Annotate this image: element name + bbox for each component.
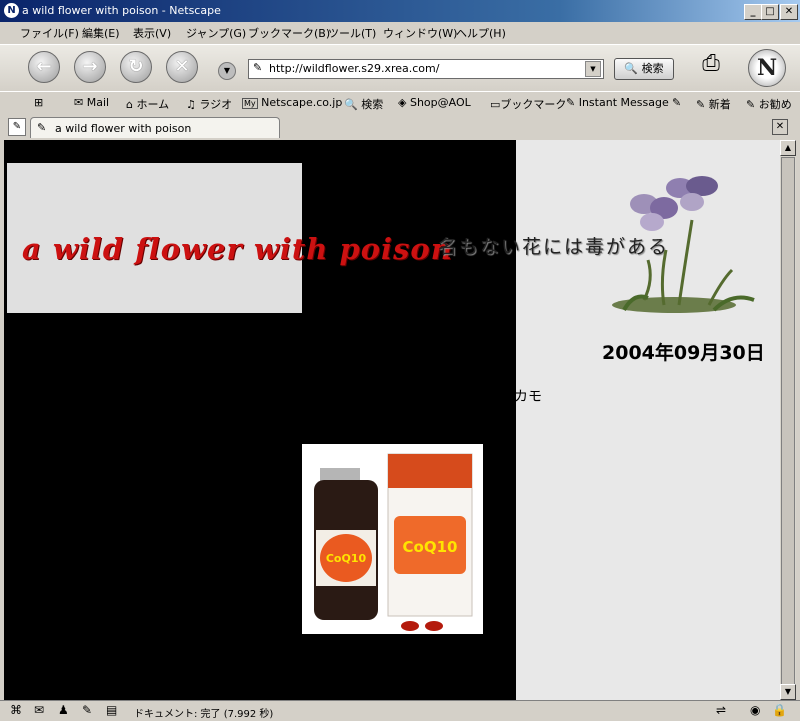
print-icon[interactable]: ⎙ bbox=[696, 51, 726, 79]
chevron-down-icon: ▼ bbox=[223, 66, 231, 75]
scroll-thumb[interactable] bbox=[781, 157, 795, 697]
headphones-icon: ♫ bbox=[186, 98, 196, 111]
arrow-up-icon: ▲ bbox=[784, 143, 792, 152]
stop-icon: ✕ bbox=[174, 56, 190, 77]
netscape-icon: N bbox=[4, 3, 19, 18]
menu-go[interactable]: ジャンプ(G) bbox=[186, 25, 246, 41]
toolbar-netscape[interactable]: My Netscape.co.jp bbox=[242, 96, 342, 109]
body-text-fragment: カモ bbox=[514, 389, 542, 405]
search-button[interactable]: 🔍 検索 bbox=[614, 58, 674, 80]
status-bar: ⌘ ✉ ♟ ✎ ▤ ドキュメント: 完了 (7.992 秒) ⇌ ◉ 🔒 bbox=[0, 700, 800, 721]
toolbar-shop[interactable]: ◈ Shop@AOL bbox=[398, 96, 471, 109]
menu-file[interactable]: ファイル(F) bbox=[20, 25, 79, 41]
violet-flower-image bbox=[612, 176, 755, 313]
toolbar-bookmarks[interactable]: ▭ブックマーク bbox=[490, 96, 566, 112]
arrow-down-icon: ▼ bbox=[784, 687, 792, 696]
link-icon: ✎ bbox=[566, 96, 576, 109]
reload-icon: ↻ bbox=[128, 56, 144, 77]
aim-icon[interactable]: ♟ bbox=[58, 703, 69, 717]
magnifier-icon: 🔍 bbox=[344, 98, 358, 111]
tab-active[interactable]: ✎ a wild flower with poison bbox=[30, 117, 280, 138]
menu-edit[interactable]: 編集(E) bbox=[82, 25, 120, 41]
my-icon: My bbox=[242, 98, 258, 109]
coq10-product-image: CoQ10 CoQ10 bbox=[302, 444, 483, 634]
tab-bar: ✎ ✎ a wild flower with poison ✕ bbox=[0, 114, 800, 139]
stop-button[interactable]: ✕ bbox=[166, 51, 198, 83]
search-label: 検索 bbox=[641, 62, 664, 75]
menu-tools[interactable]: ツール(T) bbox=[328, 25, 376, 41]
menu-help[interactable]: ヘルプ(H) bbox=[456, 25, 506, 41]
search-icon: 🔍 bbox=[624, 62, 639, 75]
composer-icon[interactable]: ✎ bbox=[82, 703, 92, 717]
home-icon: ⌂ bbox=[126, 98, 133, 111]
close-button[interactable]: ✕ bbox=[780, 4, 798, 20]
box-label: CoQ10 bbox=[403, 538, 458, 556]
toolbar-grip-icon[interactable]: ⊞ bbox=[34, 96, 43, 109]
security-icon[interactable]: ◉ bbox=[750, 703, 760, 717]
toolbar-link-icon[interactable]: ✎ bbox=[672, 96, 681, 109]
back-arrow-icon: ← bbox=[36, 56, 52, 77]
minimize-button[interactable]: _ bbox=[744, 4, 762, 20]
personal-toolbar: ⊞ ✉ Mail ⌂ ホーム ♫ ラジオ My Netscape.co.jp 🔍… bbox=[0, 91, 800, 115]
toolbar-new[interactable]: ✎ 新着 bbox=[696, 96, 731, 112]
toolbar-instant-message[interactable]: ✎ Instant Message bbox=[566, 96, 669, 109]
back-button[interactable]: ← bbox=[28, 51, 60, 83]
toolbar-radio[interactable]: ♫ ラジオ bbox=[186, 96, 232, 112]
address-bar[interactable]: ✎ ▼ bbox=[248, 59, 604, 79]
forward-button[interactable]: → bbox=[74, 51, 106, 83]
folder-icon: ▭ bbox=[490, 98, 501, 111]
page-icon: ✎ bbox=[37, 121, 47, 134]
url-input[interactable] bbox=[269, 61, 579, 75]
scroll-up-button[interactable]: ▲ bbox=[780, 140, 796, 156]
menu-window[interactable]: ウィンドウ(W) bbox=[383, 25, 457, 41]
tab-label: a wild flower with poison bbox=[55, 122, 192, 135]
lock-icon[interactable]: 🔒 bbox=[772, 703, 787, 717]
window-title: a wild flower with poison - Netscape bbox=[22, 4, 221, 17]
maximize-button[interactable]: □ bbox=[761, 4, 779, 20]
url-dropdown-icon[interactable]: ▼ bbox=[585, 61, 601, 77]
shop-icon: ◈ bbox=[398, 96, 407, 109]
link-icon: ✎ bbox=[696, 98, 706, 111]
toolbar-mail[interactable]: ✉ Mail bbox=[74, 96, 109, 109]
mail-icon[interactable]: ✉ bbox=[34, 703, 44, 717]
page-link-icon: ✎ bbox=[253, 61, 263, 74]
reload-button[interactable]: ↻ bbox=[120, 51, 152, 83]
banner-title: a wild flower with poison bbox=[22, 232, 453, 266]
bottle-label: CoQ10 bbox=[326, 552, 367, 565]
menu-bookmarks[interactable]: ブックマーク(B) bbox=[248, 25, 330, 41]
page-viewport: a wild flower with poison 名もない花には毒がある 20… bbox=[4, 140, 780, 700]
post-date: 2004年09月30日 bbox=[602, 342, 765, 364]
scroll-down-button[interactable]: ▼ bbox=[780, 684, 796, 700]
toolbar-home[interactable]: ⌂ ホーム bbox=[126, 96, 169, 112]
online-status-icon[interactable]: ⇌ bbox=[716, 703, 726, 717]
vertical-scrollbar[interactable]: ▲ ▼ bbox=[780, 140, 796, 700]
netscape-logo[interactable]: N bbox=[748, 49, 786, 87]
address-book-icon[interactable]: ▤ bbox=[106, 703, 117, 717]
navigation-toolbar: ← → ↻ ✕ ▼ ✎ ▼ 🔍 検索 ⎙ N bbox=[0, 44, 800, 91]
menu-bar: ファイル(F) 編集(E) 表示(V) ジャンプ(G) ブックマーク(B) ツー… bbox=[0, 22, 800, 42]
new-tab-icon[interactable]: ✎ bbox=[8, 118, 26, 136]
mail-icon: ✉ bbox=[74, 96, 84, 109]
title-bar: N a wild flower with poison - Netscape _… bbox=[0, 0, 800, 22]
link-icon: ✎ bbox=[746, 98, 756, 111]
close-tab-button[interactable]: ✕ bbox=[772, 119, 788, 135]
navigator-icon[interactable]: ⌘ bbox=[10, 703, 22, 717]
toolbar-search[interactable]: 🔍 検索 bbox=[344, 96, 383, 112]
history-dropdown-button[interactable]: ▼ bbox=[218, 62, 236, 80]
close-icon: ✕ bbox=[775, 121, 785, 132]
menu-view[interactable]: 表示(V) bbox=[133, 25, 171, 41]
forward-arrow-icon: → bbox=[82, 56, 98, 77]
toolbar-recommend[interactable]: ✎ お勧め bbox=[746, 96, 792, 112]
status-text: ドキュメント: 完了 (7.992 秒) bbox=[134, 709, 274, 720]
